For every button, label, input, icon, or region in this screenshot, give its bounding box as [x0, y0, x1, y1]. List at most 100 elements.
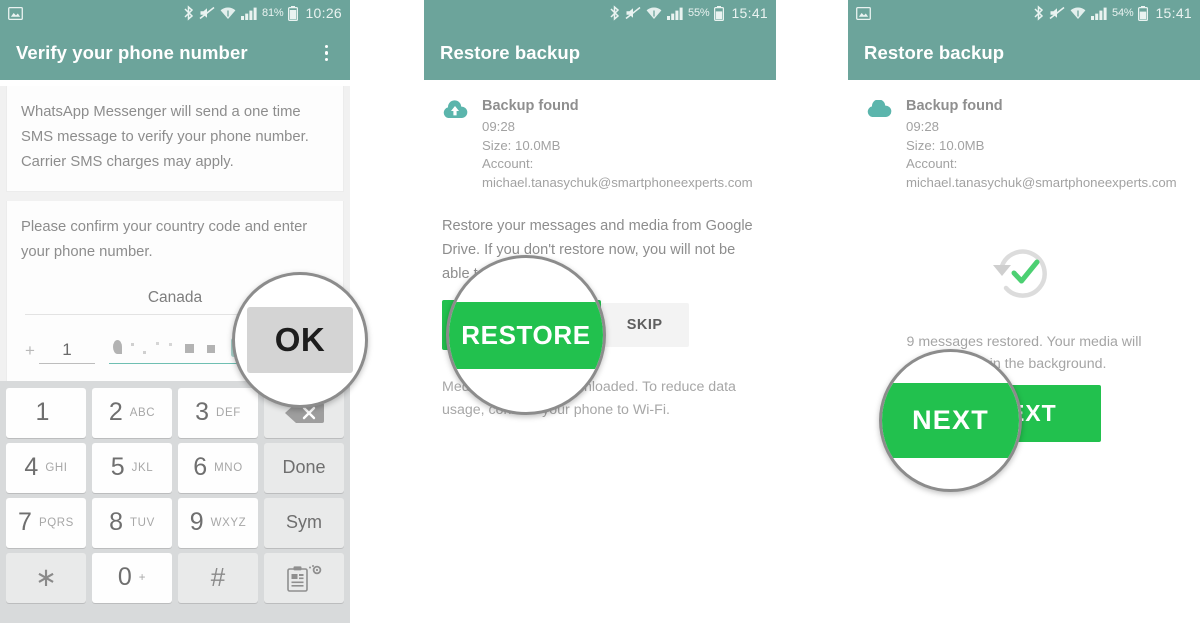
cloud-icon: [866, 98, 904, 192]
skip-button[interactable]: SKIP: [600, 303, 689, 347]
wifi-icon: [646, 7, 662, 19]
key-8[interactable]: 8 TUV: [92, 497, 172, 548]
country-code-input[interactable]: 1: [38, 340, 95, 364]
app-bar-restore: Restore backup: [848, 26, 1200, 80]
bluetooth-icon: [184, 5, 194, 21]
page-title: Verify your phone number: [16, 42, 248, 63]
key-7[interactable]: 7 PQRS: [6, 497, 86, 548]
battery-icon: [1138, 5, 1149, 21]
magnifier-next-content: NEXT: [882, 352, 1019, 489]
info-text: WhatsApp Messenger will send a one time …: [21, 104, 309, 170]
info-card: WhatsApp Messenger will send a one time …: [6, 86, 344, 192]
key-letters: TUV: [130, 516, 155, 529]
key-digit: 7: [18, 508, 32, 536]
key-hash[interactable]: #: [178, 552, 258, 603]
page-title: Restore backup: [440, 42, 581, 63]
app-bar-verify: Verify your phone number: [0, 26, 350, 80]
battery-percent: 54%: [1112, 7, 1134, 19]
battery-percent: 55%: [688, 7, 710, 19]
magnifier-ok: OK: [232, 272, 368, 408]
keyboard-row: 4 GHI 5 JKL 6 MNO Done: [3, 440, 347, 495]
key-letters: JKL: [131, 461, 154, 474]
backup-size: Size: 10.0MB: [482, 137, 561, 153]
screenshot-stage: 81% 10:26 Verify your phone number Whats…: [0, 0, 1200, 623]
mute-icon: [199, 6, 215, 20]
backup-time: 09:28: [906, 119, 940, 134]
key-digit: ∗: [35, 562, 57, 592]
ok-button-magnified[interactable]: OK: [246, 307, 354, 373]
page-title: Restore backup: [864, 42, 1005, 63]
key-4[interactable]: 4 GHI: [6, 442, 86, 493]
key-6[interactable]: 6 MNO: [178, 442, 258, 493]
key-keyboard-settings[interactable]: [264, 552, 344, 603]
status-clock: 15:41: [731, 5, 768, 21]
battery-icon: [288, 5, 299, 21]
key-letters: GHI: [45, 461, 68, 474]
backup-account: michael.tanasychuk@smartphoneexperts.com: [906, 174, 1177, 190]
key-letters: PQRS: [38, 516, 74, 529]
key-asterisk[interactable]: ∗: [6, 552, 86, 603]
magnifier-ok-content: OK: [235, 275, 365, 405]
signal-icon: [1091, 7, 1107, 20]
key-digit: 8: [109, 508, 124, 536]
image-icon: [856, 6, 871, 20]
key-digit: 2: [108, 398, 123, 426]
backup-account: michael.tanasychuk@smartphoneexperts.com: [482, 174, 753, 190]
country-label: Canada: [147, 289, 203, 306]
key-letters: ABC: [129, 406, 156, 419]
key-digit: 5: [110, 453, 125, 481]
status-right-icons: 81% 10:26: [183, 5, 342, 21]
key-sym[interactable]: Sym: [264, 497, 344, 548]
signal-icon: [667, 7, 683, 20]
phone-screen-restored: 54% 15:41 Restore backup Backup found 09…: [848, 0, 1200, 623]
clipboard-settings-icon: [287, 564, 322, 592]
key-2[interactable]: 2 ABC: [92, 387, 172, 438]
backup-details: Backup found 09:28 Size: 10.0MB Account:…: [480, 98, 758, 192]
key-letters: DEF: [216, 406, 241, 419]
status-right-icons: 55% 15:41: [609, 5, 768, 21]
key-digit: 6: [193, 453, 208, 481]
keyboard-row: 7 PQRS 8 TUV 9 WXYZ Sym: [3, 495, 347, 550]
status-left-icons: [8, 6, 23, 20]
backup-found-block: Backup found 09:28 Size: 10.0MB Account:…: [866, 98, 1182, 192]
key-5[interactable]: 5 JKL: [92, 442, 172, 493]
restore-check-icon: [993, 249, 1047, 298]
key-letters: WXYZ: [210, 516, 247, 529]
key-digit: #: [210, 562, 226, 592]
magnifier-restore-content: RESTORE: [449, 258, 603, 412]
backup-account-label: Account:: [906, 156, 958, 171]
bluetooth-icon: [1034, 5, 1044, 21]
image-icon: [8, 6, 23, 20]
key-digit: 1: [35, 398, 50, 426]
cloud-upload-icon: [442, 98, 480, 192]
backup-title: Backup found: [906, 98, 1003, 114]
signal-icon: [241, 7, 257, 20]
next-button-magnified[interactable]: NEXT: [882, 383, 1019, 458]
key-done[interactable]: Done: [264, 442, 344, 493]
key-digit: 3: [195, 398, 210, 426]
bluetooth-icon: [610, 5, 620, 21]
overflow-menu-icon[interactable]: [319, 39, 335, 68]
numeric-keyboard[interactable]: 1 2 ABC 3 DEF 4 GHI 5 JKL 6 MNO Done 7 P…: [0, 381, 350, 623]
backup-details: Backup found 09:28 Size: 10.0MB Account:…: [904, 98, 1182, 192]
prompt-text: Please confirm your country code and ent…: [21, 219, 308, 260]
key-label: Sym: [286, 512, 322, 532]
key-letters: MNO: [214, 461, 243, 474]
status-clock: 10:26: [305, 5, 342, 21]
magnifier-next: NEXT: [879, 349, 1022, 492]
backup-account-label: Account:: [482, 156, 534, 171]
status-bar: 55% 15:41: [424, 0, 776, 26]
battery-icon: [714, 5, 725, 21]
mute-icon: [1049, 6, 1065, 20]
backup-title: Backup found: [482, 98, 579, 114]
key-1[interactable]: 1: [6, 387, 86, 438]
status-clock: 15:41: [1155, 5, 1192, 21]
wifi-icon: [1070, 7, 1086, 19]
backup-found-block: Backup found 09:28 Size: 10.0MB Account:…: [442, 98, 758, 192]
restore-button-magnified[interactable]: RESTORE: [449, 301, 603, 369]
plus-sign: +: [25, 341, 35, 360]
status-right-icons: 54% 15:41: [1033, 5, 1192, 21]
backup-time: 09:28: [482, 119, 516, 134]
key-9[interactable]: 9 WXYZ: [178, 497, 258, 548]
key-0[interactable]: 0 +: [92, 552, 172, 603]
